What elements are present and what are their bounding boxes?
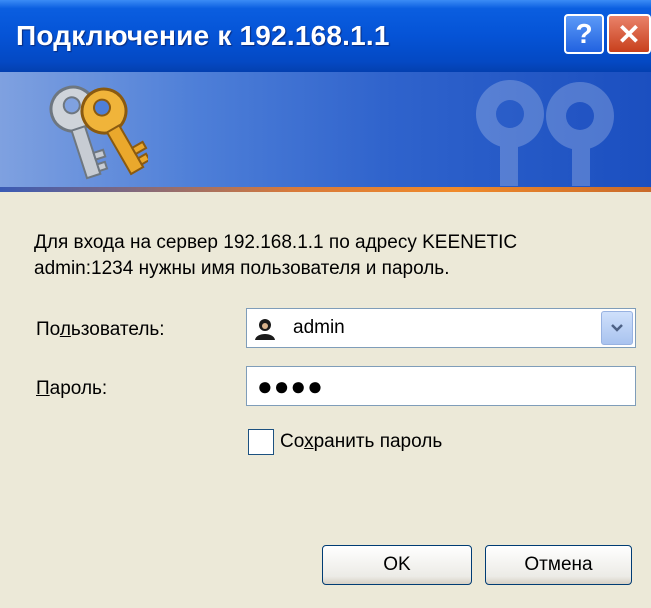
title-bar[interactable]: Подключение к 192.168.1.1 ? ✕ xyxy=(0,0,651,72)
username-combobox[interactable]: admin xyxy=(246,308,636,348)
username-label: Пользователь: xyxy=(36,319,165,341)
dialog-body: Для входа на сервер 192.168.1.1 по адрес… xyxy=(0,192,651,608)
auth-message-line-2: admin:1234 нужны имя пользователя и паро… xyxy=(34,258,450,279)
save-password-label[interactable]: Сохранить пароль xyxy=(280,431,442,453)
help-button[interactable]: ? xyxy=(564,14,604,54)
login-dialog-window: Подключение к 192.168.1.1 ? ✕ Для входа … xyxy=(0,0,651,608)
close-button[interactable]: ✕ xyxy=(607,14,651,54)
keys-icon xyxy=(49,85,148,180)
password-label-part: ароль: xyxy=(49,378,108,399)
password-input[interactable]: ●●●● xyxy=(246,366,636,406)
help-icon: ? xyxy=(575,18,593,49)
chevron-down-icon xyxy=(611,324,623,332)
cancel-button[interactable]: Отмена xyxy=(485,545,632,585)
password-masked-value: ●●●● xyxy=(257,371,324,401)
username-label-accesskey: л xyxy=(59,319,71,340)
username-label-part-2: ьзователь: xyxy=(70,319,165,340)
auth-message: Для входа на сервер 192.168.1.1 по адрес… xyxy=(34,230,634,282)
username-label-part-1: По xyxy=(36,319,60,340)
save-password-checkbox[interactable] xyxy=(248,429,274,455)
save-password-label-part-2: ранить пароль xyxy=(313,431,443,452)
save-password-label-part-1: Со xyxy=(280,431,305,452)
username-dropdown-button[interactable] xyxy=(601,311,633,345)
ok-button[interactable]: OK xyxy=(322,545,472,585)
save-password-label-accesskey: х xyxy=(304,431,314,452)
keys-watermark-icon xyxy=(476,80,614,186)
username-value: admin xyxy=(293,317,345,338)
password-label-accesskey: П xyxy=(36,378,50,399)
auth-message-line-1: Для входа на сервер 192.168.1.1 по адрес… xyxy=(34,232,518,253)
window-title: Подключение к 192.168.1.1 xyxy=(16,20,390,51)
password-label: Пароль: xyxy=(36,378,107,400)
user-icon xyxy=(255,319,275,340)
close-icon: ✕ xyxy=(617,18,641,50)
